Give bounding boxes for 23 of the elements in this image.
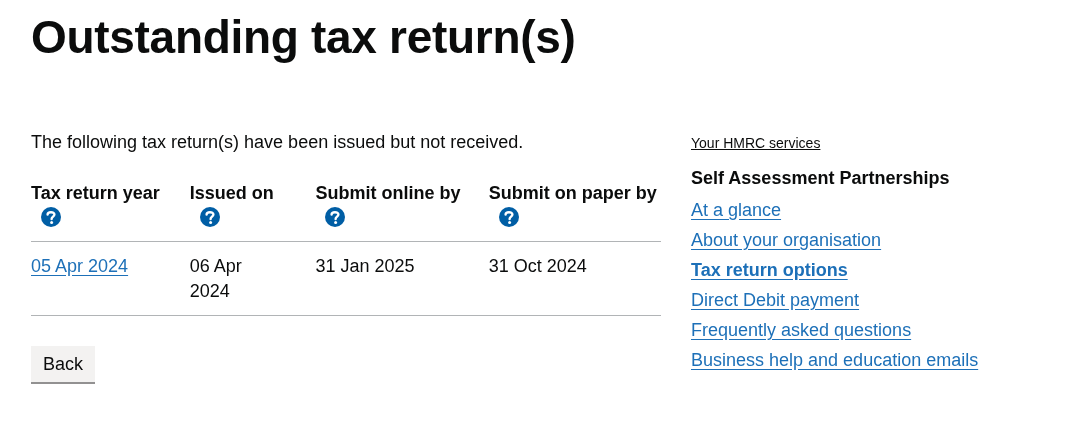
table-cell-text: 31 Oct 2024	[488, 255, 587, 278]
sidebar-link[interactable]: About your organisation	[691, 225, 882, 255]
sidebar-link[interactable]: Frequently asked questions	[691, 315, 912, 345]
help-icon[interactable]	[41, 207, 61, 227]
table-cell-text: 31 Jan 2025	[315, 255, 415, 278]
page-heading: Outstanding tax return(s)	[31, 12, 577, 62]
column-header: Issued on	[189, 182, 275, 204]
intro-text: The following tax return(s) have been issued but not received.	[31, 131, 525, 154]
services-link[interactable]: Your HMRC services	[691, 135, 821, 151]
table-cell-text: 06 Apr 2024	[189, 255, 243, 303]
column-header: Tax return year	[31, 182, 161, 204]
help-icon[interactable]	[325, 207, 346, 227]
column-header: Submit on paper by	[488, 182, 658, 204]
column-header: Submit online by	[315, 182, 462, 204]
sidebar-link[interactable]: Tax return options	[691, 255, 848, 285]
year-link[interactable]: 05 Apr 2024	[31, 256, 129, 276]
sidebar-link[interactable]: Business help and education emails	[691, 345, 979, 375]
sidebar-link[interactable]: Direct Debit payment	[691, 285, 860, 315]
help-icon[interactable]	[498, 207, 519, 227]
back-button[interactable]: Back	[31, 346, 96, 384]
sidebar-link[interactable]: At a glance	[691, 195, 782, 225]
help-icon[interactable]	[199, 207, 220, 227]
sidebar-title: Self Assessment Partnerships	[691, 167, 950, 189]
